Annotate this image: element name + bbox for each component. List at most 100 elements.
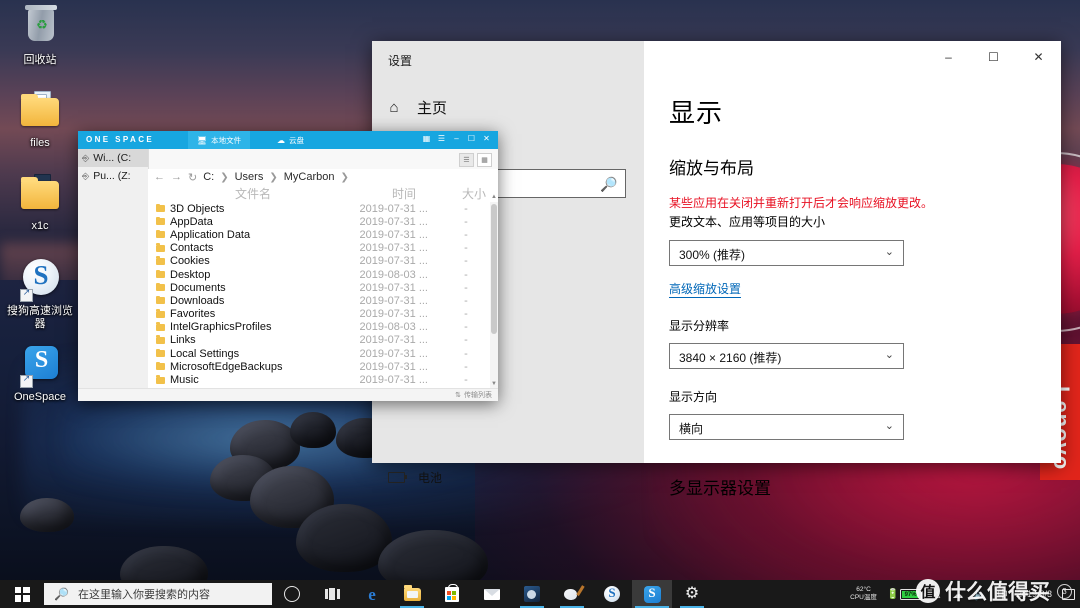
taskbar-app-paint[interactable] bbox=[552, 580, 592, 608]
explorer-minimize-button[interactable]: – bbox=[449, 134, 464, 143]
explorer-transfer-status[interactable]: ⇅ 传输列表 bbox=[455, 390, 492, 400]
file-name-label: Links bbox=[170, 334, 196, 347]
settings-home-label: 主页 bbox=[417, 100, 448, 117]
table-row[interactable]: Links 2019-07-31 ... - bbox=[148, 334, 490, 347]
nav-back-button[interactable]: ← bbox=[154, 171, 165, 183]
explorer-drive-item-c[interactable]: ⎆ Wi... (C: bbox=[78, 149, 148, 167]
advanced-scaling-link[interactable]: 高级缩放设置 bbox=[669, 280, 742, 298]
taskbar-app-mail[interactable] bbox=[472, 580, 512, 608]
explorer-maximize-button[interactable]: ☐ bbox=[464, 134, 479, 143]
explorer-drive-item-z[interactable]: ⎆ Pu... (Z: bbox=[78, 167, 148, 185]
settings-home-nav[interactable]: ⌂ 主页 bbox=[386, 97, 447, 118]
system-tray: 62°C CPU温度 🔋 97% △ ☁ 🔈 中 2019/8/3 bbox=[844, 580, 1080, 608]
speaker-icon[interactable]: 🔈 bbox=[968, 588, 992, 601]
explorer-title-bar[interactable]: ONE SPACE 🖥 本地文件 ☁ 云盘 ▦ ☰ – ☐ ✕ bbox=[78, 131, 498, 149]
taskbar-app-store[interactable] bbox=[432, 580, 472, 608]
table-row[interactable]: Cookies 2019-07-31 ... - bbox=[148, 255, 490, 268]
table-row[interactable]: Desktop 2019-08-03 ... - bbox=[148, 268, 490, 281]
table-row[interactable]: Contacts 2019-07-31 ... - bbox=[148, 242, 490, 255]
grid-view-icon[interactable]: ▦ bbox=[477, 153, 492, 167]
taskbar-app-file-explorer[interactable] bbox=[392, 580, 432, 608]
table-row[interactable]: Downloads 2019-07-31 ... - bbox=[148, 294, 490, 307]
folder-icon bbox=[156, 203, 165, 213]
list-view-icon[interactable]: ☰ bbox=[459, 153, 474, 167]
file-size-cell: - bbox=[464, 360, 468, 373]
search-icon: 🔍 bbox=[599, 176, 617, 192]
breadcrumb-item-users[interactable]: Users bbox=[235, 171, 264, 183]
settings-content-pane: – ☐ ✕ 显示 缩放与布局 某些应用在关闭并重新打开后才会响应缩放更改。 更改… bbox=[644, 41, 1061, 498]
task-view-button[interactable] bbox=[312, 580, 352, 608]
desktop-icon-recycle-bin[interactable]: ♻ 回收站 bbox=[0, 5, 80, 67]
table-row[interactable]: 3D Objects 2019-07-31 ... - bbox=[148, 202, 490, 215]
cortana-button[interactable] bbox=[272, 580, 312, 608]
table-row[interactable]: Favorites 2019-07-31 ... - bbox=[148, 308, 490, 321]
action-center-button[interactable] bbox=[1060, 580, 1076, 608]
battery-icon: 97% bbox=[900, 588, 925, 600]
explorer-tab-local[interactable]: 🖥 本地文件 bbox=[188, 131, 251, 149]
explorer-status-label: 传输列表 bbox=[464, 392, 492, 399]
taskbar-app-onespace[interactable] bbox=[632, 580, 672, 608]
tray-clock[interactable]: 2019/8/3 bbox=[1013, 589, 1060, 600]
taskbar-search-box[interactable]: 🔍 在这里输入你要搜索的内容 bbox=[44, 583, 272, 605]
taskbar-app-photos[interactable] bbox=[512, 580, 552, 608]
file-name-label: Contacts bbox=[170, 242, 214, 255]
task-view-icon bbox=[324, 588, 340, 600]
windows-start-icon bbox=[14, 586, 30, 602]
monitor-icon: 🖥 bbox=[197, 135, 208, 145]
resolution-dropdown[interactable]: 3840 × 2160 (推荐) ⌄ bbox=[669, 343, 904, 369]
table-row[interactable]: MicrosoftEdgeBackups 2019-07-31 ... - bbox=[148, 360, 490, 373]
desktop-icon-onespace[interactable]: OneSpace bbox=[0, 343, 80, 404]
file-time-cell: 2019-07-31 ... bbox=[359, 242, 429, 255]
cortana-circle-icon bbox=[284, 586, 300, 602]
scroll-up-arrow-icon[interactable]: ▲ bbox=[490, 194, 498, 202]
breadcrumb-separator: ❯ bbox=[340, 171, 349, 183]
breadcrumb-item-drive[interactable]: C: bbox=[203, 171, 214, 183]
table-row[interactable]: Music 2019-07-31 ... - bbox=[148, 373, 490, 386]
ime-indicator[interactable]: 中 bbox=[992, 586, 1013, 602]
taskbar-app-sogou-browser[interactable] bbox=[592, 580, 632, 608]
file-time-cell: 2019-08-03 ... bbox=[359, 321, 429, 334]
nav-forward-button[interactable]: → bbox=[171, 171, 182, 183]
explorer-close-button[interactable]: ✕ bbox=[479, 134, 494, 143]
desktop-icon-sogou-browser[interactable]: 搜狗高速浏览器 bbox=[0, 257, 80, 331]
wallpaper-rock bbox=[20, 498, 74, 532]
chevron-down-icon: ⌄ bbox=[884, 420, 894, 432]
folder-icon bbox=[156, 216, 165, 226]
power-plug-icon: 🔋 bbox=[886, 588, 900, 600]
show-hidden-icons-chevron[interactable]: △ bbox=[926, 589, 947, 600]
column-header-time[interactable]: 时间 bbox=[358, 185, 450, 202]
column-header-name[interactable]: 文件名 bbox=[148, 185, 358, 202]
onedrive-icon[interactable]: ☁ bbox=[947, 588, 968, 601]
table-row[interactable]: IntelGraphicsProfiles 2019-08-03 ... - bbox=[148, 321, 490, 334]
file-size-cell: - bbox=[464, 242, 468, 255]
scrollbar-thumb[interactable] bbox=[491, 204, 497, 334]
table-row[interactable]: AppData 2019-07-31 ... - bbox=[148, 215, 490, 228]
file-name-label: Music bbox=[170, 374, 199, 387]
taskbar-app-settings[interactable]: ⚙ bbox=[672, 580, 712, 608]
menu-icon[interactable]: ☰ bbox=[434, 134, 449, 143]
scale-dropdown[interactable]: 300% (推荐) ⌄ bbox=[669, 240, 904, 266]
file-name-label: Cookies bbox=[170, 255, 210, 268]
transfer-list-icon[interactable]: ▦ bbox=[419, 134, 434, 143]
tray-date: 2019/8/3 bbox=[1016, 588, 1052, 599]
table-row[interactable]: Local Settings 2019-07-31 ... - bbox=[148, 347, 490, 360]
start-button[interactable] bbox=[0, 580, 44, 608]
table-row[interactable]: Application Data 2019-07-31 ... - bbox=[148, 228, 490, 241]
file-size-cell: - bbox=[464, 228, 468, 241]
table-row[interactable]: Documents 2019-07-31 ... - bbox=[148, 281, 490, 294]
tray-battery-indicator[interactable]: 🔋 97% bbox=[883, 588, 926, 600]
explorer-tab-cloud[interactable]: ☁ 云盘 bbox=[268, 131, 313, 149]
orientation-dropdown[interactable]: 横向 ⌄ bbox=[669, 414, 904, 440]
taskbar-app-edge[interactable]: e bbox=[352, 580, 392, 608]
tray-cpu-temperature[interactable]: 62°C CPU温度 bbox=[844, 586, 883, 602]
nav-refresh-button[interactable]: ↻ bbox=[188, 171, 197, 184]
desktop-icon-x1c[interactable]: x1c bbox=[0, 172, 80, 233]
desktop-icon-files[interactable]: files bbox=[0, 89, 80, 150]
settings-nav-item-battery[interactable]: 电池 bbox=[388, 469, 442, 486]
explorer-scrollbar[interactable]: ▲ ▼ bbox=[490, 194, 498, 389]
label-orientation: 显示方向 bbox=[669, 390, 718, 404]
file-name-label: Desktop bbox=[170, 268, 211, 281]
explorer-column-headers: 文件名 时间 大小 bbox=[148, 185, 498, 202]
file-name-label: IntelGraphicsProfiles bbox=[170, 321, 272, 334]
breadcrumb-item-user[interactable]: MyCarbon bbox=[284, 171, 335, 183]
